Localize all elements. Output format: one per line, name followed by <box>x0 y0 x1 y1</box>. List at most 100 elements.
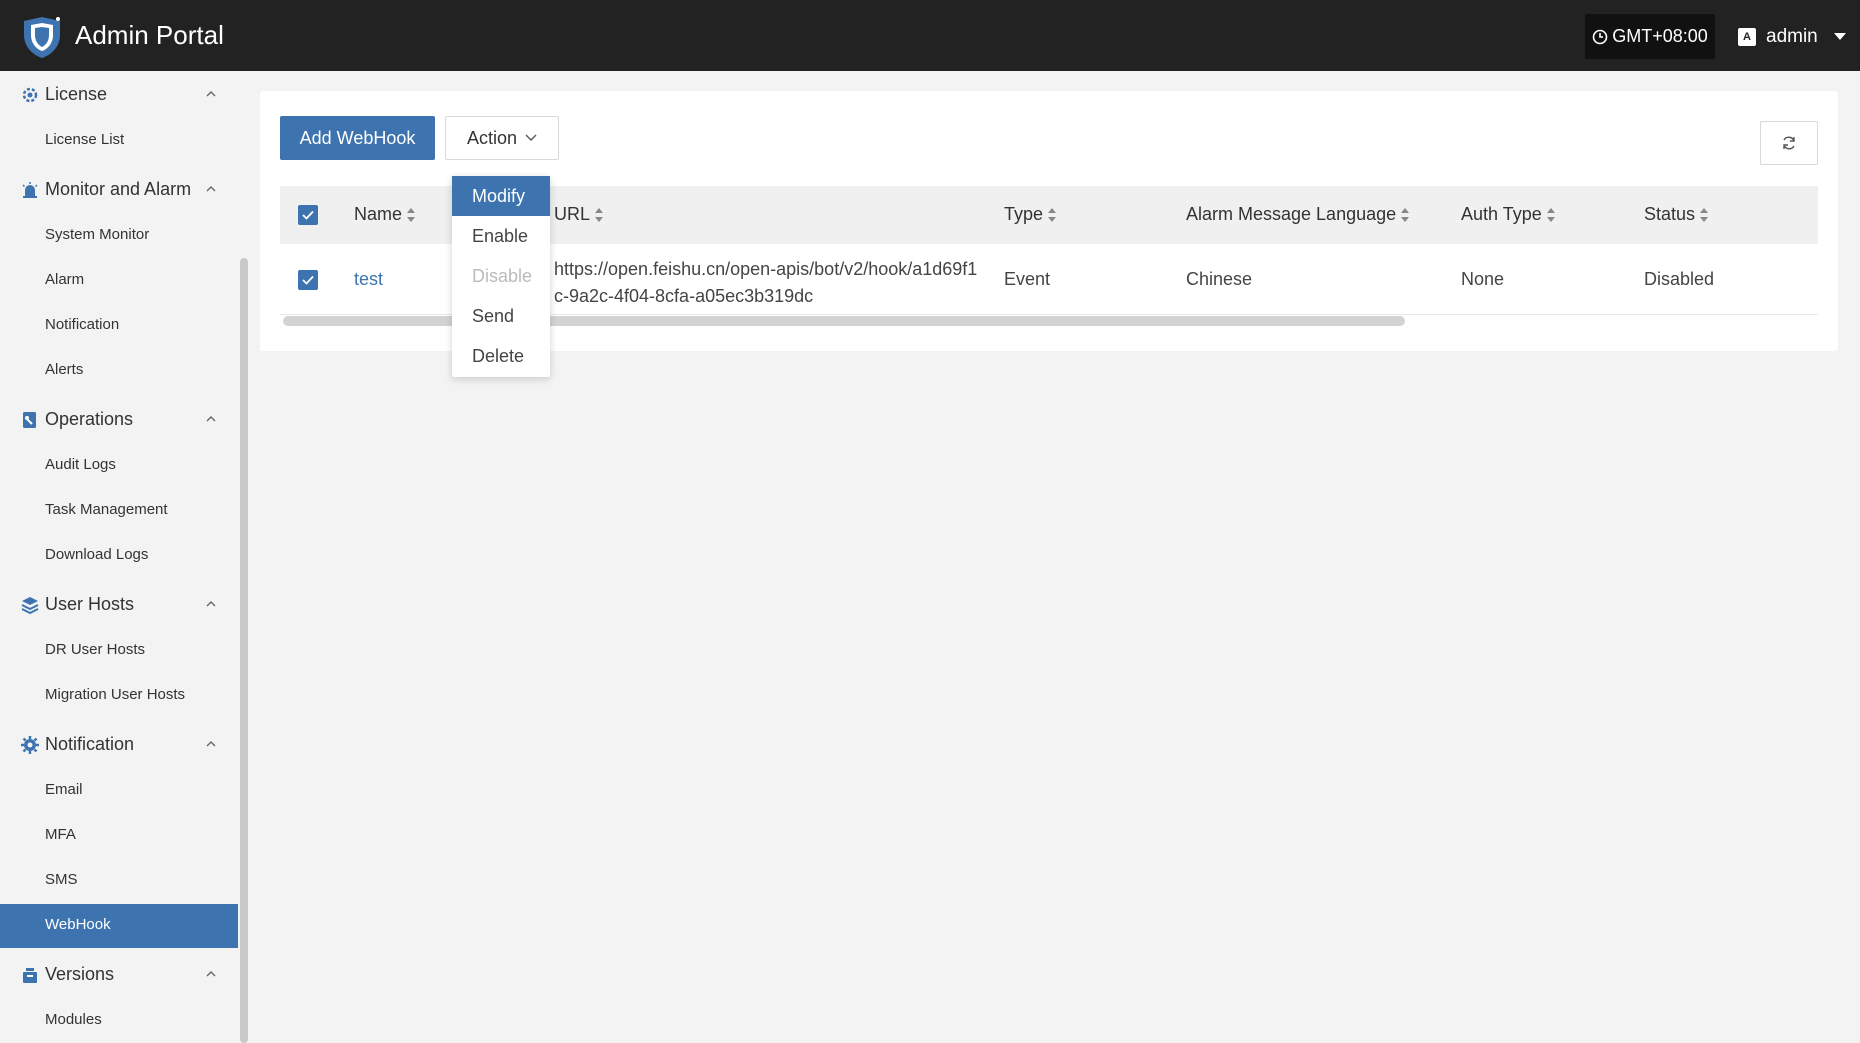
sort-icon <box>1700 207 1709 222</box>
row-checkbox[interactable] <box>298 270 318 290</box>
chevron-up-icon <box>206 186 216 192</box>
sidebar-group-label: Notification <box>45 734 135 754</box>
add-webhook-button[interactable]: Add WebHook <box>280 116 435 160</box>
sidebar-item-migration-user-hosts[interactable]: Migration User Hosts <box>0 674 238 718</box>
language-icon: A <box>1738 27 1756 46</box>
sidebar-group-operations[interactable]: Operations <box>0 400 238 440</box>
column-label: Alarm Message Language <box>1186 204 1397 224</box>
menu-item-label: Disable <box>472 266 533 286</box>
sidebar-group-user-hosts[interactable]: User Hosts <box>0 585 238 625</box>
menu-item-delete[interactable]: Delete <box>452 336 550 376</box>
sidebar-item-label: MFA <box>45 826 76 843</box>
sort-icon <box>1048 207 1057 222</box>
cell-language: Chinese <box>1186 269 1253 289</box>
sidebar: License License List Monitor and Alarm S… <box>0 71 238 1043</box>
sidebar-item-dr-user-hosts[interactable]: DR User Hosts <box>0 629 238 673</box>
sidebar-item-task-management[interactable]: Task Management <box>0 489 238 533</box>
column-header-language[interactable]: Alarm Message Language <box>1186 204 1410 225</box>
sidebar-group-notification[interactable]: Notification <box>0 725 238 765</box>
sidebar-group-label: License <box>45 84 108 104</box>
column-header-auth-type[interactable]: Auth Type <box>1461 204 1556 225</box>
check-icon <box>302 210 314 220</box>
chevron-down-icon <box>525 134 537 141</box>
webhook-name-link[interactable]: test <box>354 269 383 290</box>
sidebar-item-label: Email <box>45 781 83 798</box>
sidebar-group-label: User Hosts <box>45 594 135 614</box>
sidebar-item-label: Audit Logs <box>45 456 116 473</box>
column-header-status[interactable]: Status <box>1644 204 1709 225</box>
sidebar-item-label: Migration User Hosts <box>45 686 186 703</box>
sidebar-item-modules[interactable]: Modules <box>0 999 238 1043</box>
sidebar-item-label: Task Management <box>45 501 168 518</box>
chevron-up-icon <box>206 741 216 747</box>
sidebar-item-system-monitor[interactable]: System Monitor <box>0 214 238 258</box>
sidebar-item-label: DR User Hosts <box>45 641 146 658</box>
sidebar-group-license[interactable]: License <box>0 75 238 115</box>
chevron-up-icon <box>206 601 216 607</box>
column-header-name[interactable]: Name <box>354 204 416 225</box>
versions-icon <box>23 968 37 983</box>
sidebar-item-mfa[interactable]: MFA <box>0 814 238 858</box>
select-all-checkbox[interactable] <box>298 205 318 225</box>
sidebar-item-label: WebHook <box>45 916 111 933</box>
sort-icon <box>407 207 416 222</box>
sidebar-item-sms[interactable]: SMS <box>0 859 238 903</box>
chevron-up-icon <box>206 91 216 97</box>
sort-icon <box>595 207 604 222</box>
sidebar-group-label: Monitor and Alarm <box>45 179 192 199</box>
sidebar-item-download-logs[interactable]: Download Logs <box>0 534 238 578</box>
column-label: Auth Type <box>1461 204 1542 224</box>
menu-item-modify[interactable]: Modify <box>452 176 550 216</box>
sidebar-item-label: Notification <box>45 316 120 333</box>
sidebar-item-notification[interactable]: Notification <box>0 304 238 348</box>
refresh-icon <box>1783 136 1795 150</box>
sidebar-item-license-list[interactable]: License List <box>0 119 238 163</box>
sidebar-scrollbar[interactable] <box>240 258 248 1043</box>
menu-item-send[interactable]: Send <box>452 296 550 336</box>
column-label: Type <box>1004 204 1044 224</box>
sort-icon <box>1546 207 1556 222</box>
sidebar-group-versions[interactable]: Versions <box>0 955 238 995</box>
sidebar-group-label: Versions <box>45 964 115 984</box>
column-header-type[interactable]: Type <box>1004 204 1057 225</box>
sidebar-item-alarm[interactable]: Alarm <box>0 259 238 303</box>
layers-icon <box>21 597 39 615</box>
sort-icon <box>1401 207 1410 222</box>
menu-item-label: Modify <box>472 186 526 206</box>
clock-icon <box>1592 29 1608 44</box>
action-dropdown-menu: Modify Enable Disable Send Delete <box>452 176 550 377</box>
sidebar-item-email[interactable]: Email <box>0 769 238 813</box>
check-icon <box>302 275 314 285</box>
license-icon <box>22 87 38 103</box>
cell-type: Event <box>1004 269 1051 289</box>
chevron-up-icon <box>206 416 216 422</box>
sidebar-item-webhook[interactable]: WebHook <box>0 904 238 948</box>
sidebar-item-label: System Monitor <box>45 226 150 243</box>
refresh-button[interactable] <box>1760 121 1818 165</box>
sidebar-item-label: Alarm <box>45 271 85 288</box>
sidebar-item-audit-logs[interactable]: Audit Logs <box>0 444 238 488</box>
menu-item-label: Send <box>472 306 515 326</box>
sidebar-item-alerts[interactable]: Alerts <box>0 349 238 393</box>
cell-url: https://open.feishu.cn/open-apis/bot/v2/… <box>554 259 978 306</box>
column-header-url[interactable]: URL <box>554 204 604 225</box>
user-menu[interactable]: A admin <box>1738 14 1846 59</box>
username: admin <box>1766 25 1818 47</box>
column-label: Status <box>1644 204 1696 224</box>
column-label: URL <box>554 204 591 224</box>
caret-down-icon <box>1833 33 1846 40</box>
timezone-label: GMT+08:00 <box>1612 26 1708 46</box>
cell-status: Disabled <box>1644 269 1715 289</box>
top-bar: Admin Portal GMT+08:00 A admin <box>0 0 1860 71</box>
gear-icon <box>21 736 39 754</box>
sidebar-group-monitor-alarm[interactable]: Monitor and Alarm <box>0 170 238 210</box>
operations-icon <box>23 412 36 428</box>
action-dropdown-button[interactable]: Action <box>445 116 559 160</box>
timezone-indicator[interactable]: GMT+08:00 <box>1585 14 1715 59</box>
menu-item-enable[interactable]: Enable <box>452 216 550 256</box>
shield-logo-icon <box>24 17 60 58</box>
sidebar-item-label: Download Logs <box>45 546 149 563</box>
sidebar-item-label: Alerts <box>45 361 84 378</box>
sidebar-group-label: Operations <box>45 409 134 429</box>
app-title: Admin Portal <box>75 20 224 50</box>
